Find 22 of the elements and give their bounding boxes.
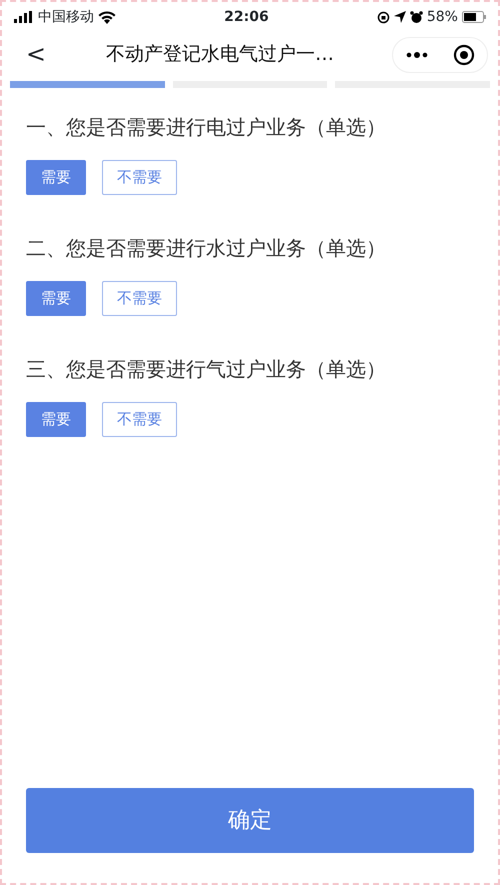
confirm-button[interactable]: 确定: [26, 788, 474, 853]
rotation-lock-icon: [376, 10, 390, 24]
clock-time: 22:06: [224, 8, 269, 26]
question-title: 二、您是否需要进行水过户业务（单选）: [26, 235, 387, 262]
back-button[interactable]: <: [16, 42, 56, 66]
alarm-icon: [410, 10, 423, 24]
page-title: 不动产登记水电气过户一…: [105, 42, 335, 68]
question-title: 一、您是否需要进行电过户业务（单选）: [26, 114, 387, 141]
option-button[interactable]: 不需要: [102, 160, 177, 195]
question-title: 三、您是否需要进行气过户业务（单选）: [26, 356, 387, 383]
option-button[interactable]: 不需要: [102, 281, 177, 316]
option-button[interactable]: 需要: [26, 160, 86, 195]
more-icon[interactable]: [406, 52, 428, 58]
signal-icon: [14, 11, 34, 23]
wifi-icon: [98, 10, 116, 24]
option-button[interactable]: 不需要: [102, 402, 177, 437]
battery-percent: 58%: [426, 8, 458, 26]
option-button[interactable]: 需要: [26, 281, 86, 316]
carrier-name: 中国移动: [38, 8, 94, 26]
location-icon: [394, 11, 406, 23]
option-button[interactable]: 需要: [26, 402, 86, 437]
battery-icon: [462, 11, 486, 23]
